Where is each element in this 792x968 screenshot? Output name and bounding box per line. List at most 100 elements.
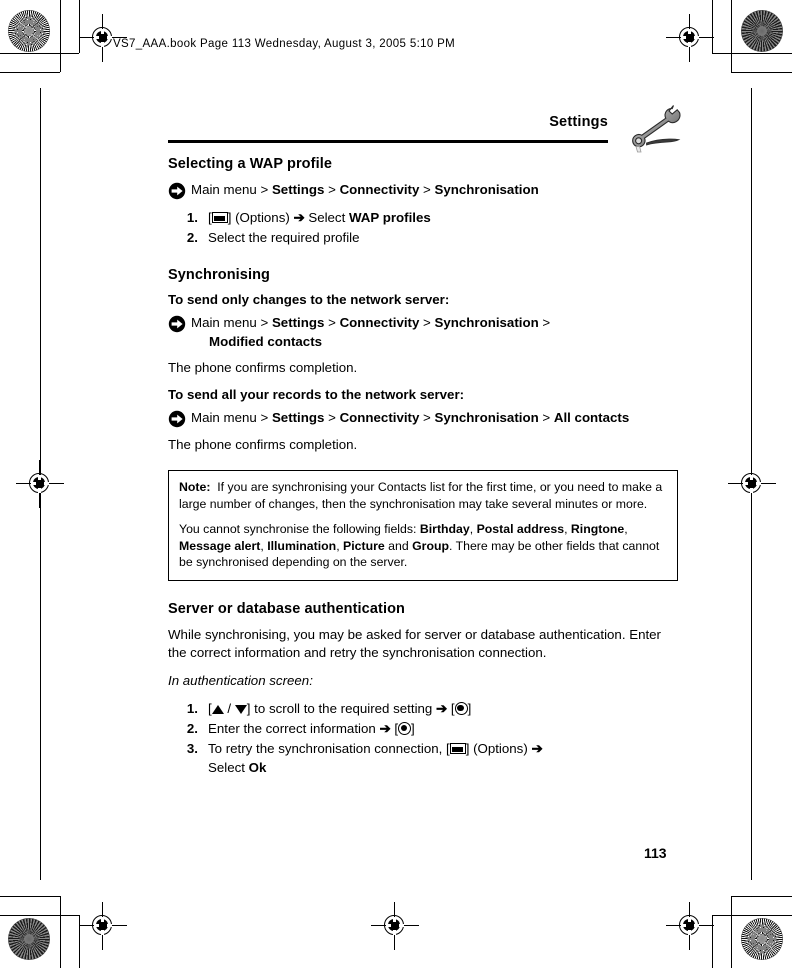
- registration-target-mid-right: [728, 460, 776, 508]
- crop-line-bottom-right-outer: [731, 896, 792, 897]
- crop-line-bottom-right-inner: [712, 915, 792, 916]
- step-seg-c: [: [447, 701, 455, 716]
- field-postal-address: Postal address: [476, 522, 565, 536]
- running-head: Settings: [168, 104, 681, 153]
- menu-path-prefix: Main menu >: [191, 315, 272, 330]
- crop-line-bottom-left-outer: [60, 896, 61, 968]
- crumb-synchronisation: Synchronisation: [434, 315, 539, 330]
- crumb-synchronisation: Synchronisation: [434, 409, 539, 425]
- right-arrow-icon: ➔: [436, 701, 448, 716]
- crumb-sep-2: >: [419, 315, 435, 330]
- crop-line-bottom-left-inner: [79, 915, 80, 968]
- step-seg-d: ]: [467, 701, 472, 716]
- trim-guide-left: [40, 88, 41, 880]
- section-heading-selecting-wap-profile: Selecting a WAP profile: [168, 156, 332, 172]
- crop-line-bottom-right-inner: [712, 915, 713, 968]
- step-target-wap-profiles: WAP profiles: [348, 210, 431, 225]
- right-arrow-icon: ➔: [531, 741, 543, 756]
- note-text-1: If you are synchronising your Contacts l…: [179, 480, 663, 511]
- note-text-2a: You cannot synchronise the following fie…: [179, 522, 420, 536]
- triangle-up-icon: [211, 705, 224, 714]
- note-paragraph-1: Note: If you are synchronising your Cont…: [179, 479, 667, 512]
- registration-rosette-bottom-left: [8, 918, 50, 960]
- crop-line-top-right-inner: [712, 53, 792, 54]
- menu-path-modified-contacts: Main menu > Settings > Connectivity > Sy…: [168, 314, 678, 351]
- field-picture: Picture: [343, 538, 385, 553]
- crop-line-top-right-outer: [731, 72, 792, 73]
- registration-rosette-bottom-right: [741, 918, 783, 960]
- subheading-send-only-changes: To send only changes to the network serv…: [168, 292, 450, 307]
- field-illumination: Illumination: [267, 538, 337, 553]
- crumb-sep-3: >: [538, 315, 551, 330]
- registration-rosette-top-right: [741, 10, 783, 52]
- auth-italic-lead: In authentication screen:: [168, 672, 313, 688]
- registration-target-bottom-left: [79, 902, 127, 950]
- note-paragraph-2: You cannot synchronise the following fie…: [179, 522, 660, 569]
- step-number: 2.: [186, 230, 198, 245]
- confirm-text-1: The phone confirms completion.: [168, 360, 358, 375]
- field-group: Group: [412, 538, 449, 553]
- steps-authentication: 1. [ / ] to scroll to the required settin…: [168, 699, 678, 777]
- auth-body-text: While synchronising, you may be asked fo…: [168, 626, 661, 661]
- crumb-settings: Settings: [271, 182, 325, 197]
- menu-path-text: Main menu > Settings > Connectivity > Sy…: [191, 314, 678, 351]
- crumb-sep-3: >: [538, 409, 554, 425]
- crop-line-bottom-right-outer: [731, 896, 732, 968]
- list-item: 2. Enter the correct information ➔ []: [168, 719, 678, 738]
- crumb-settings: Settings: [271, 315, 325, 330]
- step-text: Select the required profile: [208, 230, 360, 245]
- softkey-icon: [449, 743, 466, 754]
- step-text-post: ] (Options): [227, 210, 294, 225]
- step-text-tail: Select: [304, 210, 349, 225]
- list-item: 2. Select the required profile: [168, 228, 678, 247]
- crumb-sep-2: >: [419, 409, 435, 425]
- arrow-in-circle-icon: [168, 410, 186, 428]
- step-cont-plain: Select: [208, 760, 249, 775]
- page-number: 113: [644, 845, 667, 861]
- softkey-icon: [211, 212, 228, 223]
- step-number: 1.: [186, 210, 198, 225]
- crumb-all-contacts: All contacts: [553, 409, 630, 425]
- step-seg-b: ] to scroll to the required setting: [246, 701, 437, 716]
- crop-line-left-outer: [60, 0, 61, 72]
- crop-line-left-inner: [79, 0, 80, 53]
- crumb-sep-2: >: [419, 182, 435, 197]
- crop-line-top-inner: [0, 53, 79, 54]
- step-number: 2.: [186, 721, 198, 736]
- header-rule: [168, 140, 608, 143]
- step-continuation: Select Ok: [208, 758, 678, 777]
- list-item: 3. To retry the synchronisation connectio…: [168, 739, 678, 777]
- menu-path-text: Main menu > Settings > Connectivity > Sy…: [191, 181, 678, 200]
- trim-guide-right: [751, 88, 752, 880]
- triangle-down-icon: [234, 705, 247, 714]
- arrow-in-circle-icon: [168, 315, 186, 333]
- section-heading-synchronising: Synchronising: [168, 267, 271, 283]
- field-message-alert: Message alert: [179, 538, 261, 553]
- print-file-stamp: VS7_AAA.book Page 113 Wednesday, August …: [113, 38, 456, 50]
- crumb-sep-1: >: [324, 315, 340, 330]
- crumb-sep-1: >: [324, 409, 340, 425]
- step-seg-b: ] (Options): [465, 741, 532, 756]
- list-item: 1.[] (Options) ➔ Select WAP profiles: [168, 208, 678, 227]
- registration-rosette-top-left: [8, 10, 50, 52]
- wrench-icon: [625, 100, 683, 154]
- step-seg-d: ]: [411, 721, 415, 736]
- menu-path-all-contacts: Main menu > Settings > Connectivity > Sy…: [168, 409, 678, 428]
- navigation-center-key-icon: [398, 722, 412, 735]
- menu-path-prefix: Main menu >: [191, 409, 272, 425]
- navigation-center-key-icon: [454, 702, 468, 715]
- step-seg-c: [: [390, 721, 399, 736]
- registration-target-top-right: [666, 14, 714, 62]
- running-head-title: Settings: [549, 114, 608, 130]
- crop-line-right-outer: [731, 0, 732, 72]
- menu-path-wap-profile: Main menu > Settings > Connectivity > Sy…: [168, 181, 678, 200]
- crumb-connectivity: Connectivity: [339, 315, 420, 330]
- crop-line-bottom-inner: [0, 915, 79, 916]
- subheading-send-all-records: To send all your records to the network …: [168, 386, 465, 402]
- steps-wap-profile: 1.[] (Options) ➔ Select WAP profiles 2. S…: [168, 208, 678, 247]
- crumb-sep-1: >: [324, 182, 340, 197]
- crop-line-bottom-outer: [0, 896, 60, 897]
- field-birthday: Birthday: [419, 522, 470, 536]
- section-heading-server-auth: Server or database authentication: [168, 600, 405, 617]
- crop-line-top-outer: [0, 72, 60, 73]
